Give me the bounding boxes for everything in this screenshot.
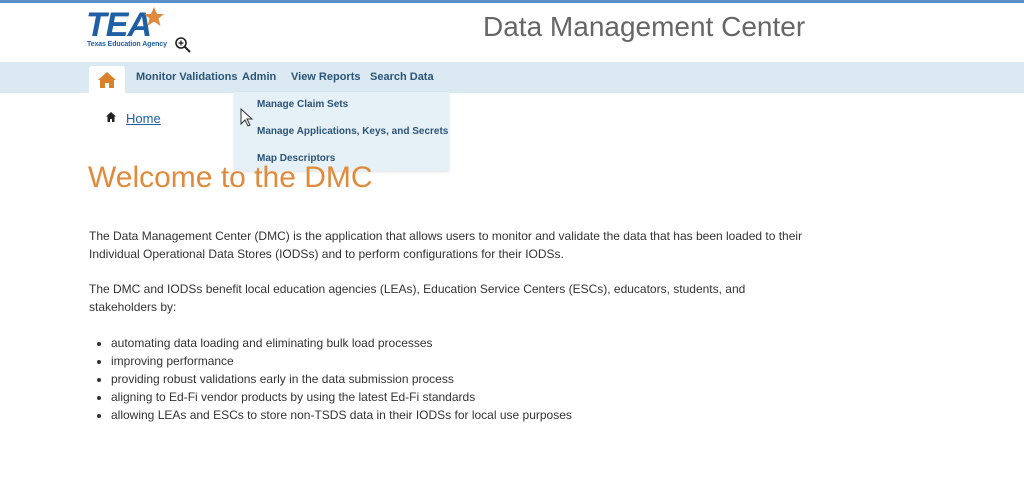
logo-letters: TEA — [86, 6, 152, 44]
nav-monitor-validations[interactable]: Monitor Validations — [136, 71, 237, 83]
list-item: automating data loading and eliminating … — [111, 334, 572, 352]
list-item: providing robust validations early in th… — [111, 370, 572, 388]
menu-item-manage-applications[interactable]: Manage Applications, Keys, and Secrets — [257, 126, 448, 137]
home-icon — [98, 71, 116, 88]
nav-home-tab[interactable] — [89, 66, 125, 93]
breadcrumb-home-icon — [106, 112, 116, 122]
top-accent-line — [0, 0, 1024, 3]
magnifier-zoom-icon[interactable] — [174, 36, 192, 54]
benefits-list: automating data loading and eliminating … — [89, 334, 572, 424]
tea-logo[interactable]: TEA Texas Education Agency — [86, 6, 176, 52]
breadcrumb-home-link[interactable]: Home — [126, 111, 161, 126]
list-item: improving performance — [111, 352, 572, 370]
menu-item-manage-claim-sets[interactable]: Manage Claim Sets — [257, 99, 348, 110]
page-heading: Welcome to the DMC — [88, 161, 373, 194]
list-item: allowing LEAs and ESCs to store non-TSDS… — [111, 406, 572, 424]
intro-paragraph: The Data Management Center (DMC) is the … — [89, 229, 803, 261]
nav-search-data[interactable]: Search Data — [370, 71, 434, 83]
benefits-paragraph: The DMC and IODSs benefit local educatio… — [89, 282, 746, 314]
nav-view-reports[interactable]: View Reports — [291, 71, 361, 83]
admin-dropdown-menu: Manage Claim Sets Manage Applications, K… — [234, 92, 449, 171]
logo-subtext: Texas Education Agency — [87, 41, 167, 48]
list-item: aligning to Ed-Fi vendor products by usi… — [111, 388, 572, 406]
mouse-cursor-icon — [240, 108, 254, 127]
nav-admin[interactable]: Admin — [242, 71, 276, 83]
star-icon — [144, 7, 164, 26]
app-title: Data Management Center — [483, 11, 806, 42]
